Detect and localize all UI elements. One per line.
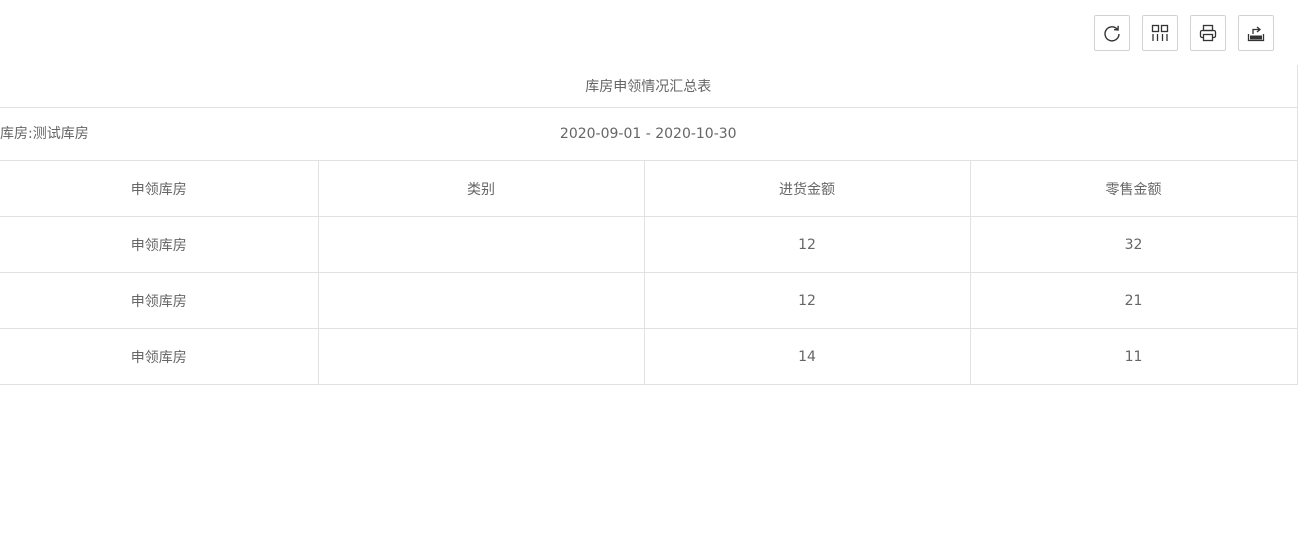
cell-purchase-amount: 12: [644, 216, 971, 273]
cell-retail-amount: 11: [970, 328, 1298, 385]
cell-retail-amount: 21: [970, 272, 1298, 329]
table-row: 申领库房 12 21: [0, 272, 1298, 329]
columns-button[interactable]: [1142, 15, 1178, 51]
cell-warehouse: 申领库房: [0, 216, 319, 273]
report-table: 库房申领情况汇总表 库房:测试库房 2020-09-01 - 2020-10-3…: [0, 65, 1298, 385]
cell-purchase-amount: 14: [644, 328, 971, 385]
report-title-row: 库房申领情况汇总表: [0, 65, 1298, 108]
date-range: 2020-09-01 - 2020-10-30: [559, 126, 737, 142]
refresh-button[interactable]: [1094, 15, 1130, 51]
column-header-warehouse: 申领库房: [0, 160, 319, 217]
print-icon: [1198, 23, 1218, 43]
cell-warehouse: 申领库房: [0, 328, 319, 385]
cell-category: [318, 272, 645, 329]
cell-category: [318, 328, 645, 385]
report-title: 库房申领情况汇总表: [0, 65, 1298, 108]
column-header-retail-amount: 零售金额: [970, 160, 1298, 217]
print-button[interactable]: [1190, 15, 1226, 51]
table-header-row: 申领库房 类别 进货金额 零售金额: [0, 160, 1298, 217]
toolbar: [1094, 15, 1274, 53]
table-row: 申领库房 12 32: [0, 216, 1298, 273]
cell-purchase-amount: 12: [644, 272, 971, 329]
cell-warehouse: 申领库房: [0, 272, 319, 329]
column-header-purchase-amount: 进货金额: [644, 160, 971, 217]
cell-retail-amount: 32: [970, 216, 1298, 273]
columns-icon: [1150, 23, 1170, 43]
export-icon: [1246, 23, 1266, 43]
report-info-row: 库房:测试库房 2020-09-01 - 2020-10-30: [0, 107, 1298, 161]
cell-category: [318, 216, 645, 273]
table-row: 申领库房 14 11: [0, 328, 1298, 385]
export-button[interactable]: [1238, 15, 1274, 51]
column-header-category: 类别: [318, 160, 645, 217]
refresh-icon: [1102, 23, 1122, 43]
